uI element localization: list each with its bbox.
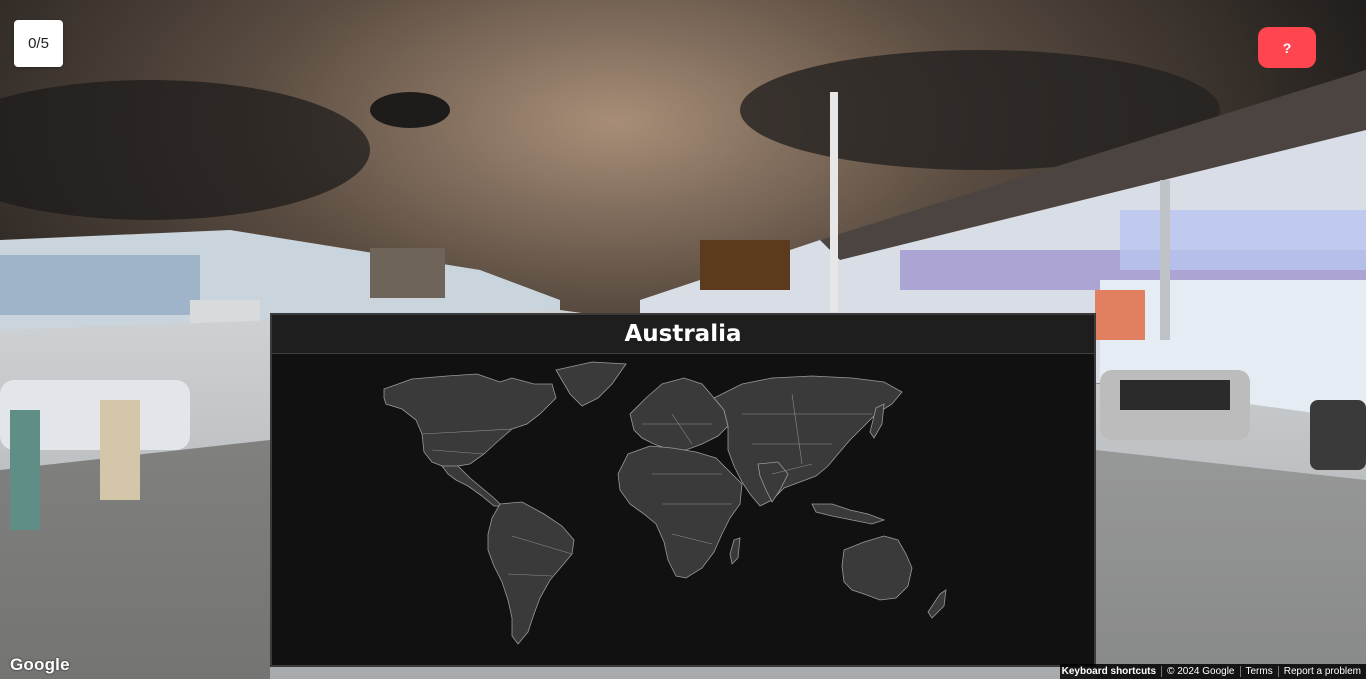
world-map[interactable] <box>272 354 1094 665</box>
keyboard-shortcuts-link[interactable]: Keyboard shortcuts <box>1057 666 1161 677</box>
score-counter: 0/5 <box>14 20 63 67</box>
asia <box>713 375 903 507</box>
target-country-title: Australia <box>272 315 1094 354</box>
question-icon: ? <box>1282 39 1292 56</box>
new-zealand <box>927 589 947 619</box>
australia <box>841 535 913 601</box>
report-problem-link[interactable]: Report a problem <box>1277 666 1366 677</box>
south-america <box>487 501 575 645</box>
indonesia <box>811 503 886 525</box>
map-panel: Australia <box>270 313 1096 667</box>
help-button[interactable]: ? <box>1258 27 1316 68</box>
greenland <box>555 361 627 407</box>
map-attribution-bar: Keyboard shortcuts © 2024 Google Terms R… <box>1060 664 1366 679</box>
europe <box>629 377 729 451</box>
terms-link[interactable]: Terms <box>1239 666 1278 677</box>
copyright-text: © 2024 Google <box>1161 666 1239 677</box>
africa <box>617 445 743 579</box>
madagascar <box>729 537 741 565</box>
central-america <box>441 465 503 507</box>
google-logo: Google <box>10 655 70 674</box>
north-america <box>383 373 557 473</box>
